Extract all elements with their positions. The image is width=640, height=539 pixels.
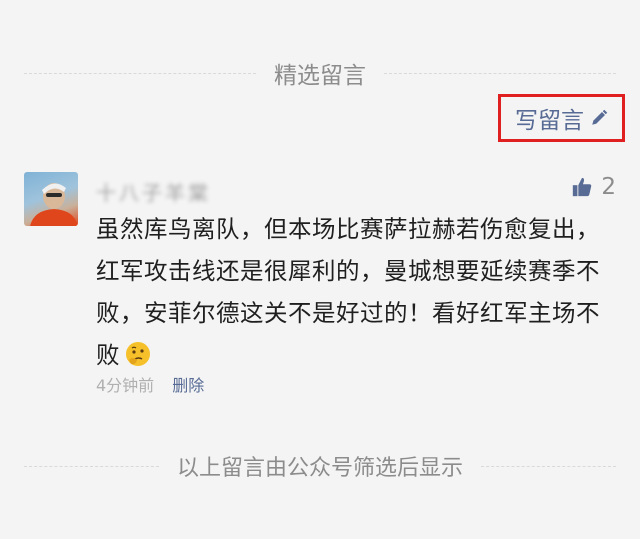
footer-note: 以上留言由公众号筛选后显示 xyxy=(177,456,464,481)
like-count: 2 xyxy=(601,174,616,200)
thinking-face-emoji xyxy=(126,342,150,366)
featured-comments-header: 精选留言 xyxy=(24,56,616,90)
commenter-nickname: 十八子羊棠 xyxy=(96,180,211,205)
footer-line-left xyxy=(24,465,159,467)
featured-comments-title: 精选留言 xyxy=(274,63,366,89)
avatar[interactable] xyxy=(24,172,78,226)
like-button[interactable]: 2 xyxy=(571,174,616,200)
footer-line-right xyxy=(481,465,617,467)
write-comment-button[interactable]: 写留言 xyxy=(498,94,625,142)
pencil-icon xyxy=(592,109,608,125)
comment-text: 虽然库鸟离队，但本场比赛萨拉赫若伤愈复出，红军攻击线还是很犀利的，曼城想要延续赛… xyxy=(96,215,600,369)
avatar-image xyxy=(30,183,78,226)
comment-meta: 4分钟前 删除 xyxy=(96,372,204,396)
divider-line-left xyxy=(24,72,256,74)
comments-footer: 以上留言由公众号筛选后显示 xyxy=(24,450,617,482)
divider-line-right xyxy=(384,72,616,74)
thumbs-up-icon xyxy=(573,177,592,197)
comment-content: 虽然库鸟离队，但本场比赛萨拉赫若伤愈复出，红军攻击线还是很犀利的，曼城想要延续赛… xyxy=(96,208,608,376)
write-comment-label: 写留言 xyxy=(515,108,584,134)
comment-time: 4分钟前 xyxy=(96,376,155,395)
delete-comment-link[interactable]: 删除 xyxy=(172,372,204,396)
